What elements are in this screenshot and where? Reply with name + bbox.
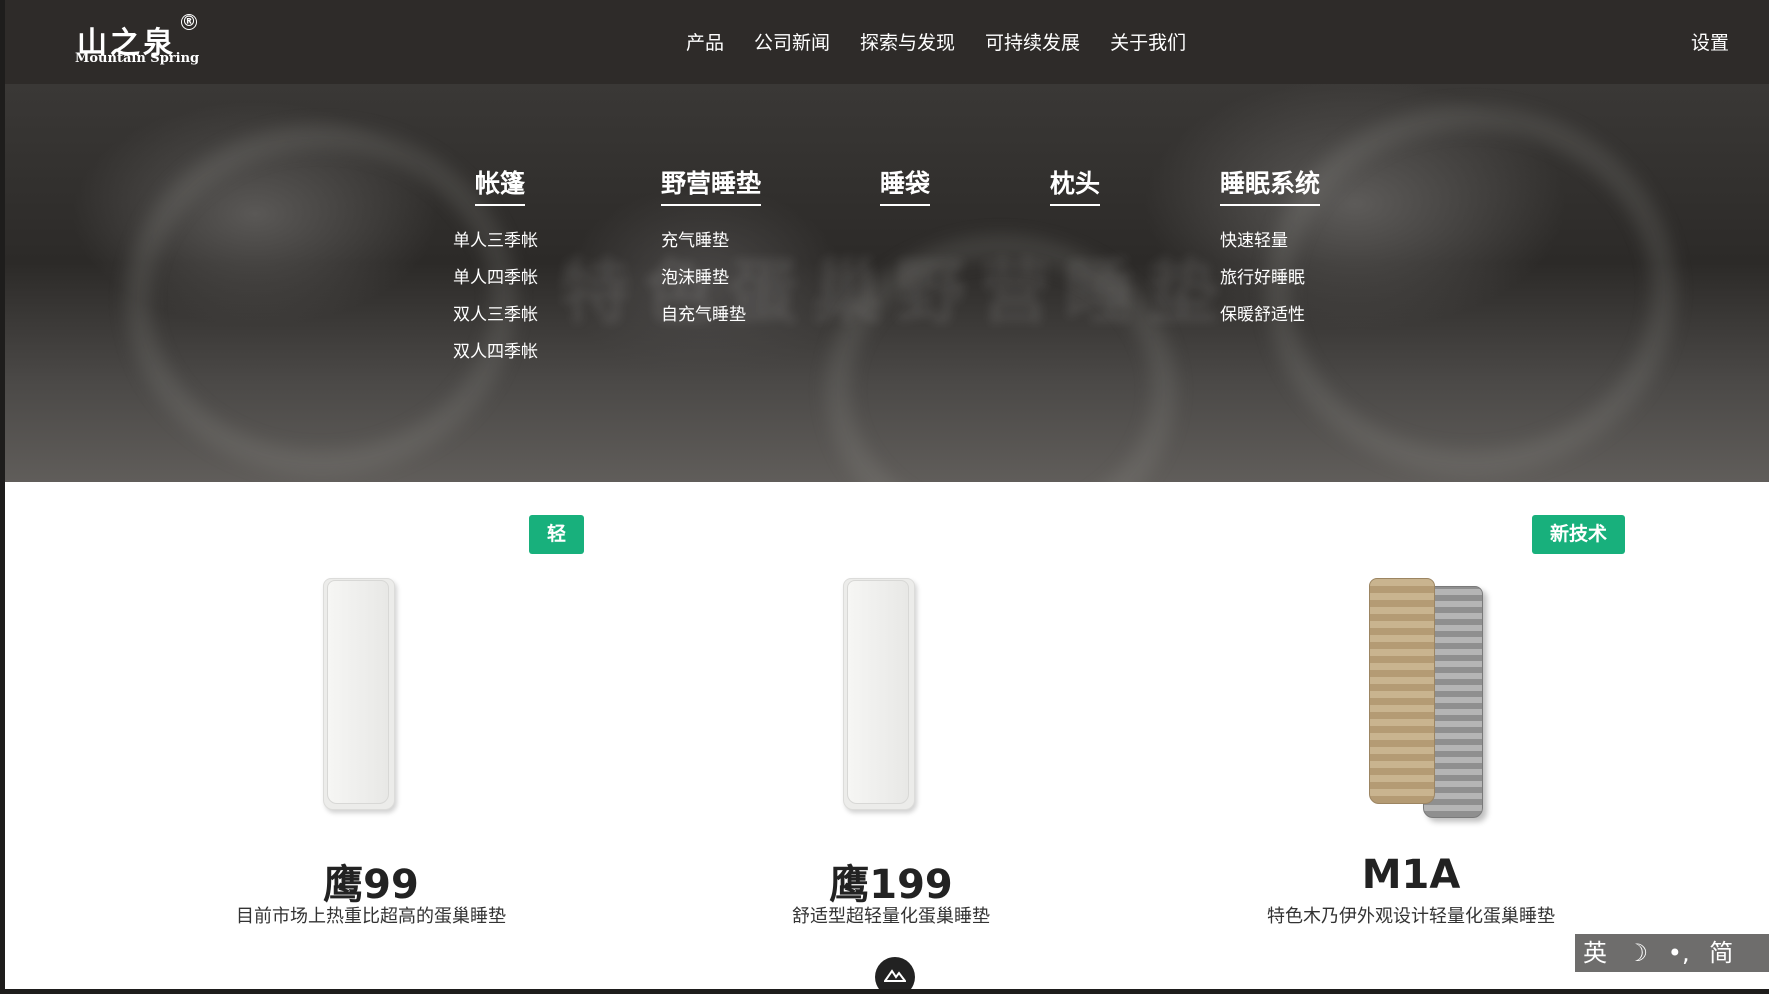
product-card-eagle199[interactable]: 鹰199 舒适型超轻量化蛋巢睡垫 bbox=[671, 482, 1111, 927]
product-image bbox=[1369, 578, 1435, 804]
product-description: 目前市场上热重比超高的蛋巢睡垫 bbox=[236, 906, 506, 927]
product-list: 轻 鹰99 目前市场上热重比超高的蛋巢睡垫 鹰199 舒适型超轻量化蛋巢睡垫 新… bbox=[5, 482, 1769, 989]
logo-english: Mountain Spring bbox=[75, 51, 200, 66]
menu-heading-pillows[interactable]: 枕头 bbox=[1050, 164, 1101, 206]
product-description: 舒适型超轻量化蛋巢睡垫 bbox=[792, 906, 990, 927]
menu-item[interactable]: 保暖舒适性 bbox=[1220, 300, 1320, 325]
site-header: 山之泉 ® Mountain Spring 产品 公司新闻 探索与发现 可持续发… bbox=[5, 0, 1769, 86]
product-card-eagle99[interactable]: 轻 鹰99 目前市场上热重比超高的蛋巢睡垫 bbox=[151, 482, 591, 927]
menu-column-sleeping-pads: 野营睡垫 充气睡垫 泡沫睡垫 自充气睡垫 bbox=[661, 164, 762, 325]
nav-sustainability[interactable]: 可持续发展 bbox=[985, 28, 1080, 55]
menu-heading-sleeping-pads[interactable]: 野营睡垫 bbox=[661, 164, 762, 206]
mountain-icon bbox=[883, 969, 907, 982]
product-description: 特色木乃伊外观设计轻量化蛋巢睡垫 bbox=[1267, 906, 1555, 927]
menu-item[interactable]: 快速轻量 bbox=[1220, 226, 1320, 251]
product-name: M1A bbox=[1361, 852, 1461, 898]
menu-heading-sleep-system[interactable]: 睡眠系统 bbox=[1220, 164, 1321, 206]
product-image bbox=[327, 580, 389, 804]
main-nav: 产品 公司新闻 探索与发现 可持续发展 关于我们 bbox=[686, 28, 1216, 55]
scroll-top-button[interactable] bbox=[875, 957, 915, 989]
menu-item[interactable]: 双人四季帐 bbox=[453, 337, 538, 362]
ime-moon-icon[interactable]: ☽ bbox=[1627, 939, 1649, 967]
product-card-m1a[interactable]: 新技术 M1A 特色木乃伊外观设计轻量化蛋巢睡垫 bbox=[1191, 482, 1631, 927]
menu-column-tents: 帐篷 单人三季帐 单人四季帐 双人三季帐 双人四季帐 bbox=[453, 164, 538, 362]
input-method-toolbar[interactable]: 英 ☽ •, 简 bbox=[1575, 934, 1769, 972]
product-badge: 新技术 bbox=[1532, 515, 1626, 554]
menu-item[interactable]: 单人三季帐 bbox=[453, 226, 538, 251]
ime-mode-english[interactable]: 英 bbox=[1583, 939, 1607, 967]
menu-item[interactable]: 泡沫睡垫 bbox=[661, 263, 761, 288]
product-image bbox=[847, 580, 909, 804]
ime-simplified[interactable]: 简 bbox=[1709, 939, 1733, 967]
nav-products[interactable]: 产品 bbox=[686, 28, 724, 55]
menu-item[interactable]: 充气睡垫 bbox=[661, 226, 761, 251]
product-badge: 轻 bbox=[529, 515, 585, 554]
site-logo[interactable]: 山之泉 ® Mountain Spring bbox=[71, 14, 211, 70]
nav-about[interactable]: 关于我们 bbox=[1110, 28, 1186, 55]
settings-link[interactable]: 设置 bbox=[1691, 28, 1729, 55]
menu-item[interactable]: 双人三季帐 bbox=[453, 300, 538, 325]
menu-item[interactable]: 自充气睡垫 bbox=[661, 300, 761, 325]
products-mega-menu: 特色蛋巢野营睡垫 帐篷 单人三季帐 单人四季帐 双人三季帐 双人四季帐 野营睡垫… bbox=[5, 84, 1769, 482]
menu-heading-tents[interactable]: 帐篷 bbox=[475, 164, 526, 206]
nav-news[interactable]: 公司新闻 bbox=[754, 28, 830, 55]
background-blur-shape bbox=[1265, 104, 1677, 476]
page-frame: 山之泉 ® Mountain Spring 产品 公司新闻 探索与发现 可持续发… bbox=[5, 0, 1769, 989]
menu-item[interactable]: 单人四季帐 bbox=[453, 263, 538, 288]
menu-column-sleeping-bags: 睡袋 bbox=[880, 164, 931, 214]
menu-column-pillows: 枕头 bbox=[1050, 164, 1101, 214]
menu-item[interactable]: 旅行好睡眠 bbox=[1220, 263, 1320, 288]
nav-explore[interactable]: 探索与发现 bbox=[860, 28, 955, 55]
menu-heading-sleeping-bags[interactable]: 睡袋 bbox=[880, 164, 931, 206]
ime-punctuation-icon[interactable]: •, bbox=[1668, 939, 1690, 967]
menu-column-sleep-system: 睡眠系统 快速轻量 旅行好睡眠 保暖舒适性 bbox=[1220, 164, 1321, 325]
registered-mark: ® bbox=[181, 14, 197, 30]
